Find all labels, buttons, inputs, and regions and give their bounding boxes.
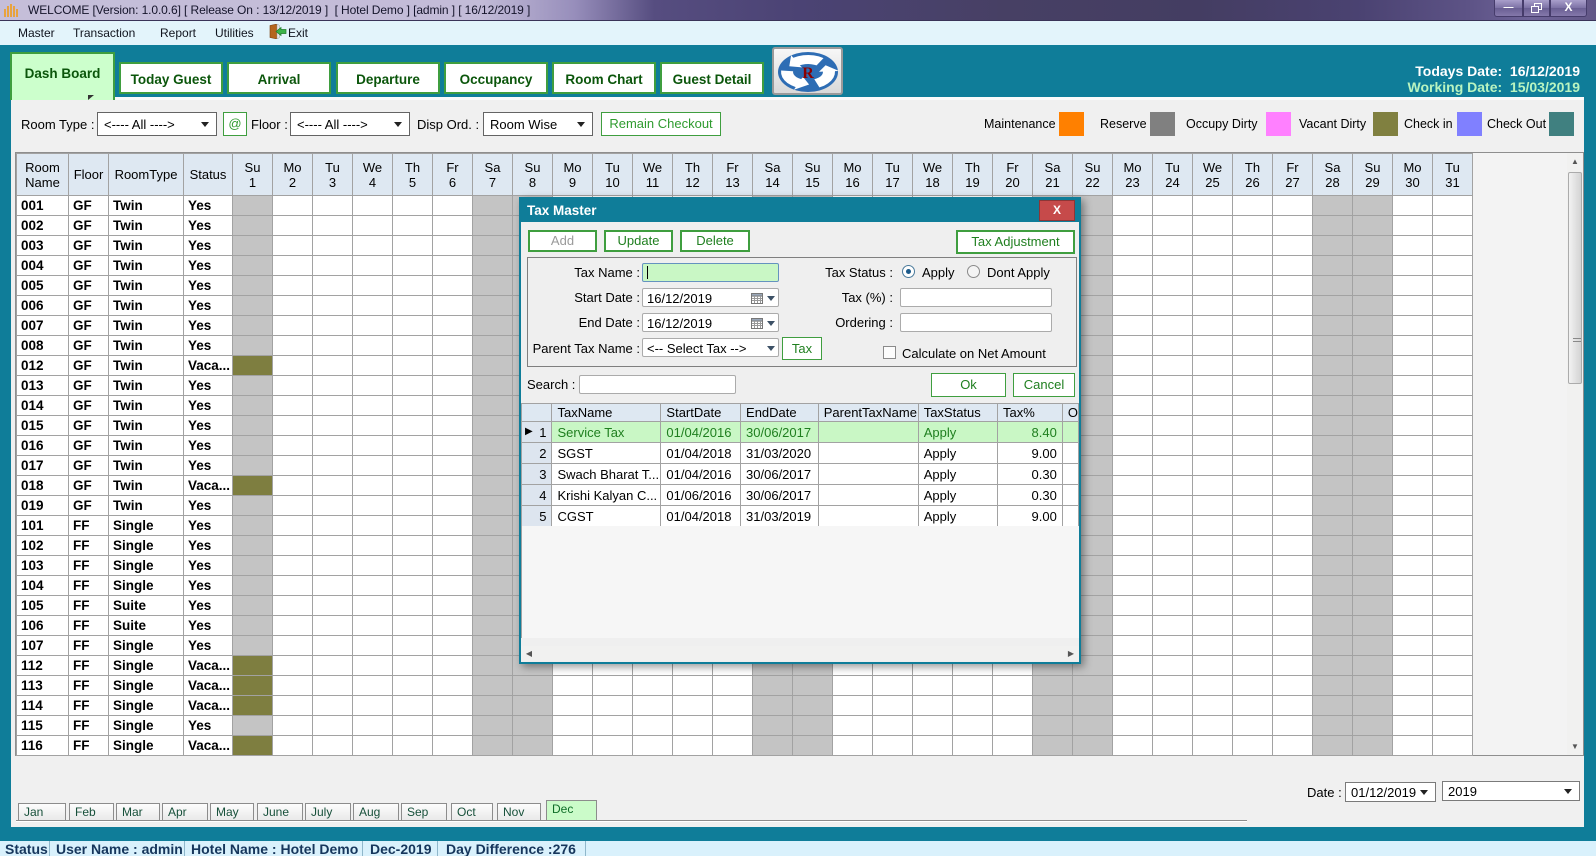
svg-text:R: R	[802, 65, 814, 82]
